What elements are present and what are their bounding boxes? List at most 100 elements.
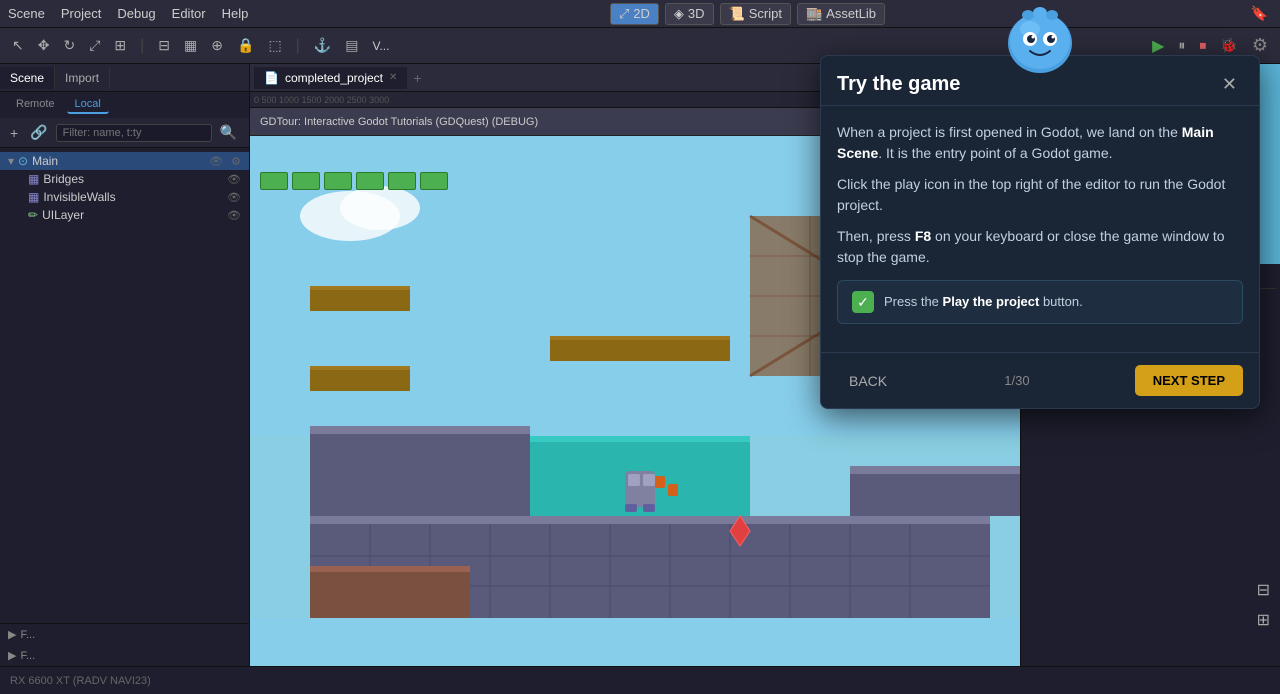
health-cell-4 [356, 172, 384, 190]
tutorial-paragraph-2: Click the play icon in the top right of … [837, 174, 1243, 216]
link-button[interactable]: 🔗 [26, 122, 51, 143]
gpu-info: RX 6600 XT (RADV NAVI23) [10, 675, 151, 687]
bottom-right-icons: ⊟ ⊞ [1247, 572, 1280, 638]
body-text-1-end: . It is the entry point of a Godot game. [878, 145, 1112, 161]
filesystem-label: F... [20, 629, 35, 641]
filesystem2-toggle[interactable]: ▶ F... [0, 645, 249, 666]
tree-item-label: UILayer [42, 208, 84, 222]
mascot-container [1000, 1, 1080, 86]
tutorial-check-row: ✓ Press the Play the project button. [837, 280, 1243, 324]
tab-label: completed_project [285, 71, 383, 85]
tutorial-footer: BACK 1/30 NEXT STEP [821, 352, 1259, 408]
ruler-marks: 0 500 1000 1500 2000 2500 3000 [254, 95, 389, 105]
mascot-svg [1000, 1, 1080, 81]
bookmark-icon[interactable]: 🔖 [1247, 3, 1272, 24]
health-cell-2 [292, 172, 320, 190]
tab-local[interactable]: Local [67, 96, 109, 114]
page-indicator: 1/30 [1004, 373, 1029, 388]
canvaslayer-icon: ✏ [28, 208, 38, 222]
transform-tool[interactable]: ⊞ [110, 35, 130, 56]
play-scene-button[interactable]: ▶ [1148, 34, 1168, 58]
tilemap-icon: ▦ [28, 172, 39, 186]
mode-3d-button[interactable]: ◈ 3D [665, 3, 714, 25]
scene-file-icon: 📄 [264, 71, 279, 85]
tab-import[interactable]: Import [55, 67, 110, 89]
chevron-right-icon-2: ▶ [8, 649, 16, 662]
tutorial-paragraph-1: When a project is first opened in Godot,… [837, 122, 1243, 164]
visibility-icon[interactable]: 👁 [227, 173, 241, 186]
menu-scene[interactable]: Scene [8, 6, 45, 21]
camera-tool[interactable]: ⊕ [207, 35, 227, 56]
health-cell-1 [260, 172, 288, 190]
close-tab-button[interactable]: ✕ [389, 72, 397, 83]
health-cell-6 [420, 172, 448, 190]
check-post: button. [1039, 294, 1082, 309]
scene-tree: ▾ ⊙ Main 👁 ⚙ ▦ Bridges 👁 ▦ InvisibleWall… [0, 148, 249, 228]
next-step-button[interactable]: NEXT STEP [1135, 365, 1243, 396]
tree-item-bridges[interactable]: ▦ Bridges 👁 [0, 170, 249, 188]
tree-item-label: Bridges [43, 172, 84, 186]
tab-scene[interactable]: Scene [0, 67, 55, 89]
mode-script-button[interactable]: 📜 Script [720, 3, 791, 25]
view-label: V... [369, 39, 394, 53]
bottom-bar: RX 6600 XT (RADV NAVI23) [0, 666, 1280, 694]
scene-tab-bar: Scene Import [0, 64, 249, 92]
move-tool[interactable]: ✥ [34, 35, 54, 56]
2d-icon: ⤢ [619, 6, 629, 22]
group-tool[interactable]: ⬚ [264, 35, 285, 56]
check-icon: ✓ [852, 291, 874, 313]
select-tool[interactable]: ↖ [8, 35, 28, 56]
tutorial-body: When a project is first opened in Godot,… [821, 106, 1259, 352]
tree-item-main[interactable]: ▾ ⊙ Main 👁 ⚙ [0, 152, 249, 170]
grid-tool[interactable]: ▦ [180, 35, 201, 56]
pause-button[interactable]: ⏸ [1174, 35, 1189, 56]
back-button[interactable]: BACK [837, 367, 899, 395]
add-node-button[interactable]: + [6, 123, 22, 143]
remote-local-tabs: Remote Local [0, 92, 249, 118]
rotate-tool[interactable]: ↻ [59, 35, 79, 56]
snap-tool[interactable]: ⊟ [154, 35, 174, 56]
body-text-1: When a project is first opened in Godot,… [837, 124, 1182, 140]
tilemap-icon-2: ▦ [28, 190, 39, 204]
filter-bar: + 🔗 🔍 ⚙ ⋮ [0, 118, 249, 148]
filesystem-toggle[interactable]: ▶ F... [0, 624, 249, 645]
layout-icon[interactable]: ⊟ [1253, 578, 1274, 602]
mode-assetlib-button[interactable]: 🏬 AssetLib [797, 3, 885, 25]
assetlib-icon: 🏬 [806, 6, 822, 22]
debug-button[interactable]: 🐞 [1216, 35, 1241, 56]
stop-button[interactable]: ⏹ [1195, 35, 1210, 56]
tree-item-uilayer[interactable]: ✏ UILayer 👁 [0, 206, 249, 224]
visibility-icon[interactable]: 👁 [227, 209, 241, 222]
tutorial-close-button[interactable]: ✕ [1216, 72, 1243, 97]
viewport-tab-main[interactable]: 📄 completed_project ✕ [254, 67, 407, 89]
anchor-tool[interactable]: ⚓ [310, 35, 335, 56]
health-bar [260, 172, 448, 190]
expand-icon: ▾ [8, 154, 14, 168]
scene-panel: Scene Import Remote Local + 🔗 🔍 ⚙ ⋮ ▾ ⊙ … [0, 64, 250, 666]
layout-tool[interactable]: ▤ [341, 35, 362, 56]
filter-input[interactable] [56, 124, 212, 142]
menu-project[interactable]: Project [61, 6, 101, 21]
lock-icon[interactable]: ⚙ [231, 155, 241, 168]
scale-tool[interactable]: ⤢ [85, 35, 104, 56]
menu-debug[interactable]: Debug [117, 6, 155, 21]
tutorial-paragraph-3: Then, press F8 on your keyboard or close… [837, 226, 1243, 268]
tab-remote[interactable]: Remote [8, 96, 63, 114]
menu-bar: Scene Project Debug Editor Help ⤢ 2D ◈ 3… [0, 0, 1280, 28]
separator-1: | [136, 37, 148, 55]
chevron-right-icon: ▶ [8, 628, 16, 641]
lock-tool[interactable]: 🔒 [233, 35, 258, 56]
expand-icon[interactable]: ⊞ [1253, 608, 1274, 632]
menu-editor[interactable]: Editor [172, 6, 206, 21]
add-tab-button[interactable]: + [407, 70, 427, 86]
node2d-icon: ⊙ [18, 154, 28, 168]
check-pre: Press the [884, 294, 943, 309]
tree-item-invisiblewalls[interactable]: ▦ InvisibleWalls 👁 [0, 188, 249, 206]
mode-2d-button[interactable]: ⤢ 2D [610, 3, 659, 25]
filter-search-icon[interactable]: 🔍 [216, 122, 241, 143]
menu-help[interactable]: Help [222, 6, 249, 21]
tree-item-label: InvisibleWalls [43, 190, 115, 204]
visibility-icon[interactable]: 👁 [227, 191, 241, 204]
visibility-icon[interactable]: 👁 [209, 155, 223, 168]
body-text-3: Then, press [837, 228, 915, 244]
